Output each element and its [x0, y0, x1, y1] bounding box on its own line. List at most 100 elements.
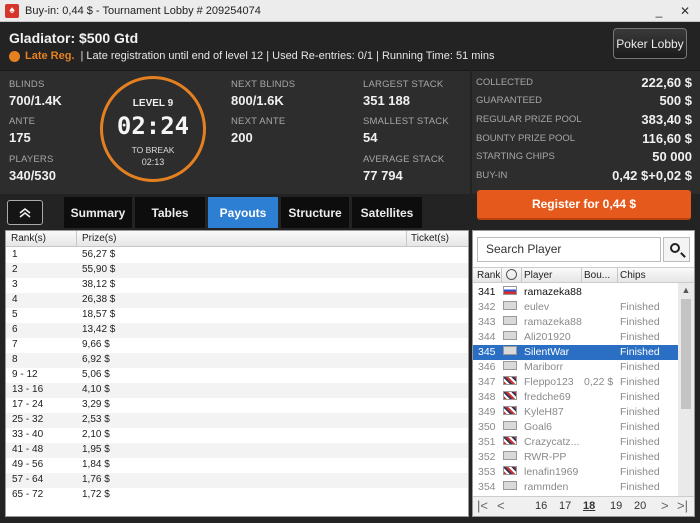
player-bounty: 0,22 $ — [584, 376, 614, 388]
next-page-icon[interactable]: > — [661, 498, 669, 513]
column-divider — [76, 231, 77, 247]
payout-rank: 1 — [12, 249, 18, 260]
minimize-button[interactable]: _ — [651, 3, 667, 19]
column-divider — [406, 231, 407, 247]
country-flag-icon — [503, 376, 517, 385]
current-page-link[interactable]: 18 — [583, 500, 595, 512]
last-page-icon[interactable]: >| — [677, 498, 688, 513]
tab-structure[interactable]: Structure — [281, 197, 349, 228]
tab-payouts[interactable]: Payouts — [208, 197, 278, 228]
page-link[interactable]: 16 — [535, 500, 547, 512]
tab-satellites[interactable]: Satellites — [352, 197, 422, 228]
page-link[interactable]: 19 — [610, 500, 622, 512]
player-row[interactable]: 354 rammden Finished — [473, 480, 678, 495]
payout-rank: 49 - 56 — [12, 459, 44, 470]
bounty-column-header[interactable]: Bou... — [584, 270, 610, 281]
level-label: LEVEL 9 — [132, 98, 174, 109]
tab-tables[interactable]: Tables — [135, 197, 205, 228]
player-row[interactable]: 352 RWR-PP Finished — [473, 450, 678, 465]
player-row[interactable]: 351 Crazycatz... Finished — [473, 435, 678, 450]
player-row[interactable]: 342 eulev Finished — [473, 300, 678, 315]
player-chips: Finished — [620, 406, 660, 418]
country-flag-icon — [503, 391, 517, 400]
largest-stack-value: 351 188 — [363, 93, 410, 108]
average-stack-value: 77 794 — [363, 168, 403, 183]
ante-value: 175 — [9, 130, 31, 145]
country-flag-icon — [503, 481, 517, 490]
poker-lobby-button[interactable]: Poker Lobby — [613, 28, 687, 59]
player-rank: 342 — [478, 301, 496, 313]
country-flag-icon — [503, 466, 517, 475]
search-player-input[interactable]: Search Player — [477, 237, 661, 262]
country-flag-icon — [503, 361, 517, 370]
scrollbar-thumb[interactable] — [681, 299, 691, 409]
globe-icon[interactable] — [506, 269, 517, 280]
close-button[interactable]: ✕ — [677, 3, 693, 19]
player-row[interactable]: 346 Mariborr Finished — [473, 360, 678, 375]
payout-rank: 17 - 24 — [12, 399, 44, 410]
tournament-lobby-window: ♠ Buy-in: 0,44 $ - Tournament Lobby # 20… — [0, 0, 700, 523]
players-pagination: |< < 16 17 18 19 20 > >| — [473, 496, 694, 516]
player-row[interactable]: 347 Fleppo123 0,22 $ Finished — [473, 375, 678, 390]
payout-rank: 65 - 72 — [12, 489, 44, 500]
payout-rank: 33 - 40 — [12, 429, 44, 440]
player-row[interactable]: 344 Ali201920 Finished — [473, 330, 678, 345]
tab-bar: Summary Tables Payouts Structure Satelli… — [0, 194, 470, 228]
player-row[interactable]: 343 ramazeka88 Finished — [473, 315, 678, 330]
page-link[interactable]: 20 — [634, 500, 646, 512]
country-flag-icon — [503, 451, 517, 460]
rank-column-header[interactable]: Rank(s) — [11, 233, 46, 244]
payout-row: 8 6,92 $ — [6, 353, 468, 368]
payout-prize: 1,72 $ — [82, 489, 110, 500]
player-rank: 346 — [478, 361, 496, 373]
player-chips: Finished — [620, 346, 660, 358]
player-name: Crazycatz... — [524, 436, 580, 448]
player-row[interactable]: 348 fredche69 Finished — [473, 390, 678, 405]
payout-row: 13 - 16 4,10 $ — [6, 383, 468, 398]
player-row[interactable]: 345 SilentWar Finished — [473, 345, 678, 360]
country-flag-icon — [503, 331, 517, 340]
payout-prize: 1,76 $ — [82, 474, 110, 485]
payout-prize: 1,95 $ — [82, 444, 110, 455]
payout-row: 9 - 12 5,06 $ — [6, 368, 468, 383]
search-button[interactable] — [663, 237, 690, 262]
player-chips: Finished — [620, 301, 660, 313]
ticket-column-header[interactable]: Ticket(s) — [411, 233, 449, 244]
collapse-button[interactable] — [7, 200, 43, 225]
player-row[interactable]: 353 lenafin1969 Finished — [473, 465, 678, 480]
player-chips: Finished — [620, 421, 660, 433]
scroll-up-arrow-icon[interactable]: ▲ — [678, 283, 694, 297]
chips-column-header[interactable]: Chips — [620, 270, 646, 281]
prev-page-icon[interactable]: < — [497, 498, 505, 513]
chevron-up-double-icon — [19, 207, 31, 218]
player-rank: 353 — [478, 466, 496, 478]
payout-row: 25 - 32 2,53 $ — [6, 413, 468, 428]
payout-row: 41 - 48 1,95 $ — [6, 443, 468, 458]
next-ante-label: NEXT ANTE — [231, 116, 286, 127]
player-rank: 352 — [478, 451, 496, 463]
payout-row: 1 56,27 $ — [6, 248, 468, 263]
tournament-header: Gladiator: $500 Gtd Late Reg. | Late reg… — [0, 22, 700, 70]
payout-prize: 5,06 $ — [82, 369, 110, 380]
player-rank: 348 — [478, 391, 496, 403]
payout-prize: 13,42 $ — [82, 324, 116, 335]
player-chips: Finished — [620, 361, 660, 373]
player-row[interactable]: 341 ramazeka88 — [473, 285, 678, 300]
player-name: ramazeka88 — [524, 316, 582, 328]
players-scrollbar[interactable]: ▲ — [678, 283, 694, 496]
payout-prize: 2,53 $ — [82, 414, 110, 425]
country-flag-icon — [503, 421, 517, 430]
bounty-prize-pool-label: BOUNTY PRIZE POOL — [476, 133, 576, 144]
page-link[interactable]: 17 — [559, 500, 571, 512]
payout-rank: 57 - 64 — [12, 474, 44, 485]
tab-summary[interactable]: Summary — [64, 197, 132, 228]
prize-column-header[interactable]: Prize(s) — [82, 233, 116, 244]
guaranteed-value: 500 $ — [659, 93, 692, 108]
first-page-icon[interactable]: |< — [477, 498, 488, 513]
player-row[interactable]: 349 KyleH87 Finished — [473, 405, 678, 420]
register-button[interactable]: Register for 0,44 $ — [477, 190, 691, 220]
rank-column-header[interactable]: Rank — [477, 270, 500, 281]
player-column-header[interactable]: Player — [524, 270, 552, 281]
player-row[interactable]: 350 Goal6 Finished — [473, 420, 678, 435]
late-reg-label: Late Reg. — [25, 50, 75, 62]
